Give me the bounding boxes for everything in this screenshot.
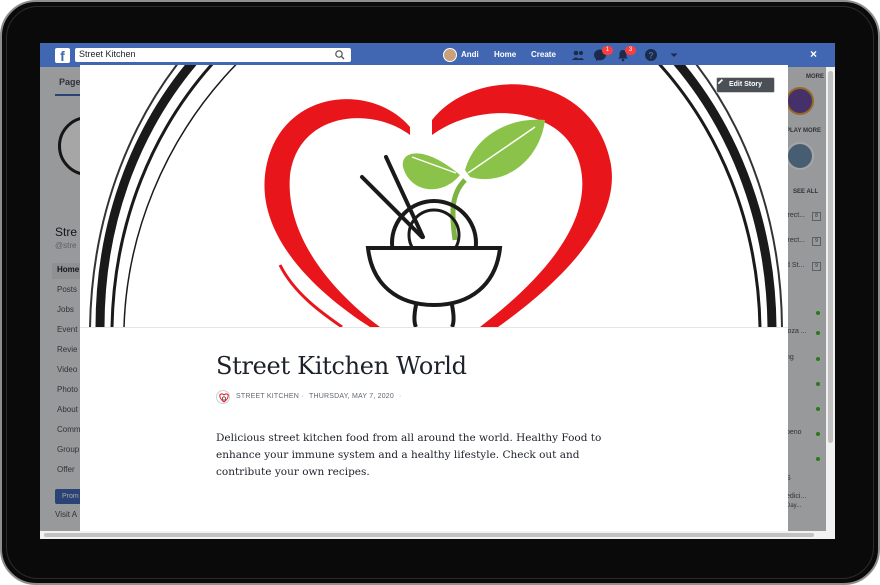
search-input-value: Street Kitchen: [79, 49, 136, 59]
street-kitchen-logo: [89, 65, 783, 327]
edit-story-label: Edit Story: [728, 81, 763, 88]
vertical-scrollbar-thumb[interactable]: [828, 71, 833, 443]
horizontal-scrollbar-thumb[interactable]: [44, 533, 814, 537]
story-body-text: Delicious street kitchen food from all a…: [216, 432, 602, 478]
search-icon[interactable]: [333, 49, 347, 61]
help-icon[interactable]: ?: [644, 48, 658, 62]
pencil-icon: [718, 79, 723, 84]
author-name[interactable]: STREET KITCHEN: [236, 393, 299, 400]
avatar[interactable]: [443, 48, 457, 62]
author-avatar-logo: [219, 393, 229, 403]
facebook-logo[interactable]: f: [55, 48, 70, 63]
nav-home-link[interactable]: Home: [494, 50, 516, 59]
byline-separator: ·: [399, 393, 402, 400]
search-input[interactable]: Street Kitchen: [75, 48, 351, 62]
tablet-device: f Street Kitchen Andi Home Create 1 3 ? …: [0, 0, 880, 585]
chevron-down-icon[interactable]: [667, 48, 681, 62]
story-date: THURSDAY, MAY 7, 2020: [309, 393, 394, 400]
svg-text:?: ?: [648, 50, 654, 60]
cover-divider: [80, 327, 788, 328]
story-cover-image: Edit Story: [80, 65, 788, 327]
facebook-top-bar: f Street Kitchen Andi Home Create 1 3 ? …: [40, 43, 835, 67]
friends-icon[interactable]: [571, 48, 585, 62]
story-title: Street Kitchen World: [216, 352, 467, 380]
author-avatar[interactable]: [216, 390, 230, 404]
notifications-badge: 3: [625, 46, 636, 55]
nav-create-link[interactable]: Create: [531, 50, 556, 59]
story-modal: Edit Story Street Kitchen World STREET K…: [80, 65, 788, 539]
close-icon[interactable]: ×: [810, 47, 817, 61]
nav-user-name[interactable]: Andi: [461, 50, 479, 59]
messages-badge: 1: [602, 46, 613, 55]
horizontal-scrollbar[interactable]: [40, 531, 826, 539]
byline-separator: ·: [301, 393, 304, 400]
vertical-scrollbar[interactable]: [826, 67, 835, 539]
edit-story-button[interactable]: Edit Story: [716, 77, 775, 93]
tablet-screen: f Street Kitchen Andi Home Create 1 3 ? …: [40, 43, 835, 539]
